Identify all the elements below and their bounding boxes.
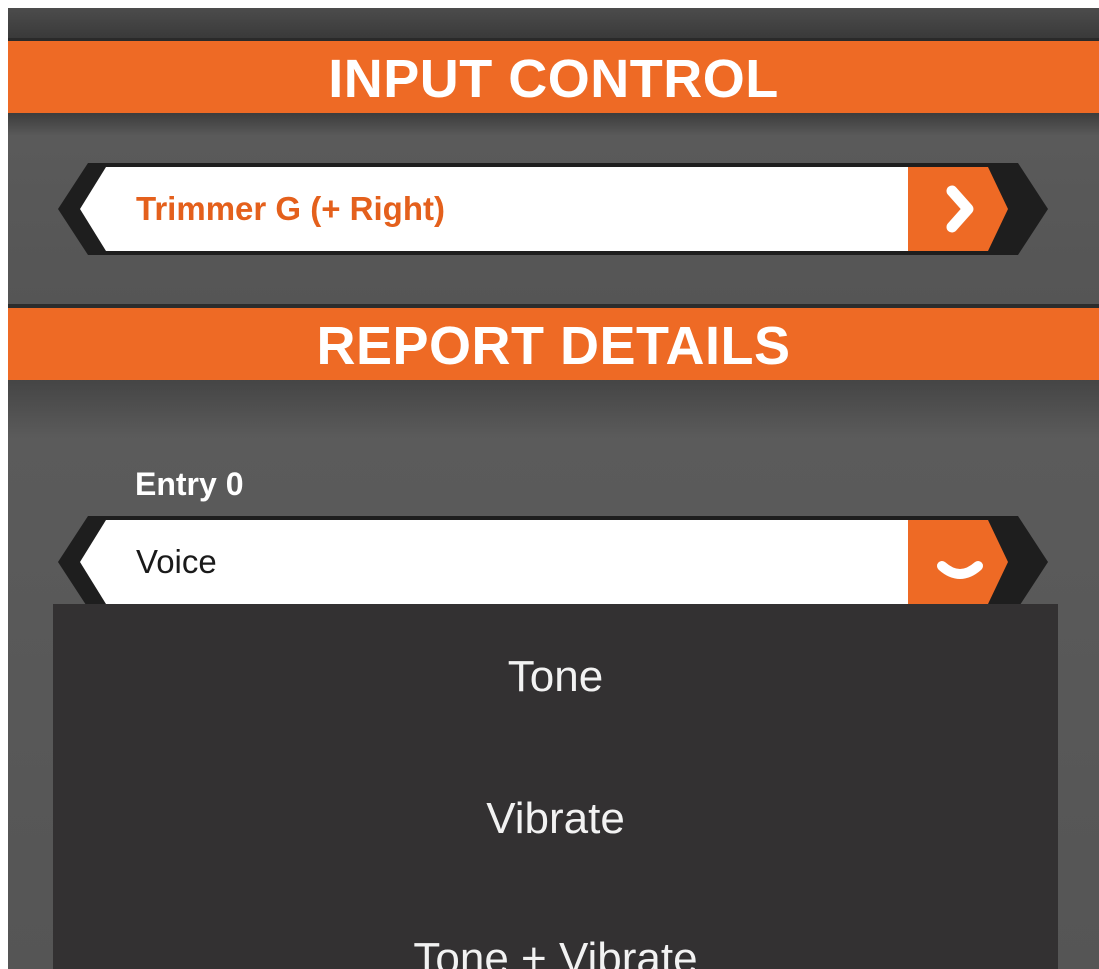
entry-dropdown-menu: Tone Vibrate Tone + Vibrate	[53, 604, 1058, 969]
dropdown-option-tone-vibrate[interactable]: Tone + Vibrate	[53, 934, 1058, 969]
report-details-header: REPORT DETAILS	[8, 308, 1099, 380]
chevron-right-icon	[908, 167, 1008, 251]
app-screen: INPUT CONTROL Trimmer G (+ Right) REPORT…	[8, 8, 1099, 969]
chevron-down-icon	[908, 520, 1008, 604]
entry-select[interactable]: Voice	[58, 516, 1048, 608]
input-control-value: Trimmer G (+ Right)	[136, 190, 445, 227]
top-bar	[8, 8, 1099, 41]
entry-label: Entry 0	[135, 466, 244, 502]
dropdown-option-tone[interactable]: Tone	[53, 652, 1058, 702]
dropdown-toggle-button[interactable]	[908, 520, 1008, 604]
entry-selected-value: Voice	[136, 543, 217, 580]
dropdown-option-vibrate[interactable]: Vibrate	[53, 794, 1058, 844]
input-control-selector[interactable]: Trimmer G (+ Right)	[58, 163, 1048, 255]
next-button[interactable]	[908, 167, 1008, 251]
input-control-header: INPUT CONTROL	[8, 41, 1099, 113]
